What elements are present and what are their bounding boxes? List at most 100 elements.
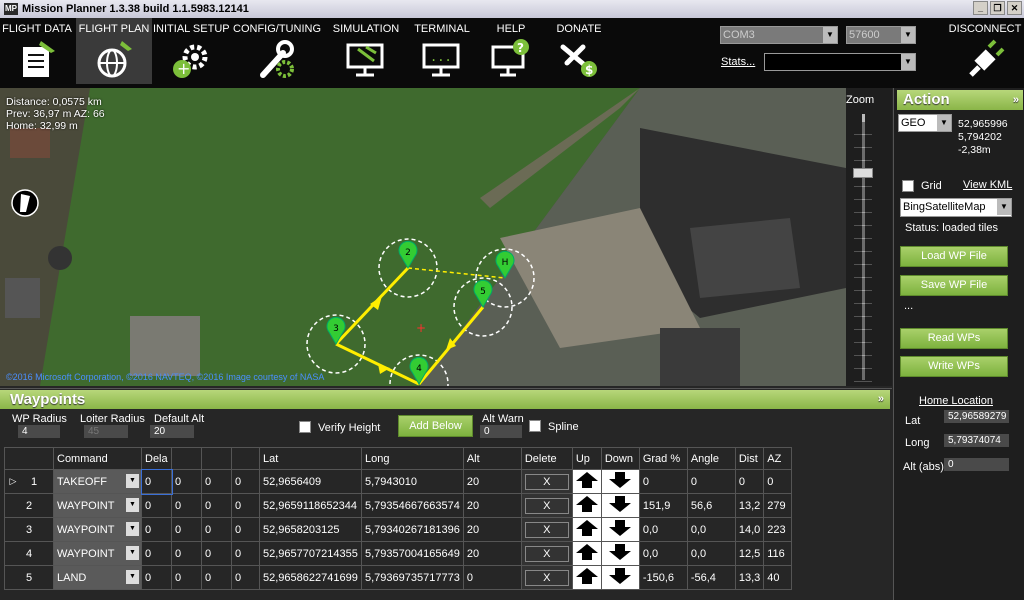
- cell-az[interactable]: 116: [763, 541, 793, 566]
- cell-alt[interactable]: 20: [462, 493, 522, 518]
- col-up[interactable]: Up: [571, 447, 602, 470]
- cell-p3[interactable]: 0: [201, 541, 232, 566]
- home-location-link[interactable]: Home Location: [919, 395, 993, 407]
- command-select[interactable]: WAYPOINT ▼: [53, 493, 142, 518]
- col-angle[interactable]: Angle: [686, 447, 736, 470]
- loiter-radius-input[interactable]: 45: [84, 425, 128, 438]
- waypoint-marker-2[interactable]: 2: [398, 240, 418, 269]
- menu-flight-plan[interactable]: FLIGHT PLAN: [76, 18, 152, 84]
- cell-alt[interactable]: 0: [462, 565, 522, 590]
- write-wps-button[interactable]: Write WPs: [900, 356, 1008, 377]
- cell-lat[interactable]: 52,9658203125: [259, 517, 362, 542]
- stats-select[interactable]: ▼: [764, 53, 916, 71]
- menu-terminal[interactable]: TERMINAL ...: [410, 18, 474, 84]
- verify-height-checkbox[interactable]: [299, 421, 311, 433]
- cell-p1[interactable]: 0: [141, 493, 172, 518]
- port-select[interactable]: COM3 ▼: [720, 26, 838, 44]
- delete-button[interactable]: X: [524, 497, 569, 514]
- cell-az[interactable]: 0: [763, 469, 793, 494]
- cell-p2[interactable]: 0: [171, 541, 202, 566]
- col-down[interactable]: Down: [600, 447, 640, 470]
- cell-alt[interactable]: 20: [462, 541, 522, 566]
- cell-angle[interactable]: 0: [686, 469, 736, 494]
- cell-p3[interactable]: 0: [201, 469, 232, 494]
- cell-az[interactable]: 40: [763, 565, 793, 590]
- cell-lat[interactable]: 52,9657707214355: [259, 541, 362, 566]
- cell-grad[interactable]: 0,0: [638, 541, 688, 566]
- col-param2[interactable]: [171, 447, 202, 470]
- col-dist[interactable]: Dist: [734, 447, 765, 470]
- cell-lat[interactable]: 52,9656409: [259, 469, 362, 494]
- col-grad[interactable]: Grad %: [638, 447, 688, 470]
- cell-angle[interactable]: 0,0: [686, 541, 736, 566]
- cell-p1[interactable]: 0: [141, 565, 172, 590]
- cell-p1[interactable]: 0: [141, 541, 172, 566]
- cell-p2[interactable]: 0: [171, 517, 202, 542]
- cell-alt[interactable]: 20: [462, 517, 522, 542]
- move-down-button[interactable]: [600, 469, 640, 494]
- load-wp-file-button[interactable]: Load WP File: [900, 246, 1008, 267]
- coordinate-format-select[interactable]: GEO ▼: [898, 114, 952, 132]
- menu-config-tuning[interactable]: CONFIG/TUNING: [233, 18, 321, 84]
- cell-p4[interactable]: 0: [231, 493, 260, 518]
- table-row[interactable]: ▷ 1 TAKEOFF ▼ 0 0 0 0 52,9656409 5,7943010 20 X 0 0 0 0: [4, 468, 793, 495]
- delete-cell[interactable]: X: [520, 493, 573, 518]
- wp-radius-input[interactable]: 4: [18, 425, 60, 438]
- cell-grad[interactable]: 0: [638, 469, 688, 494]
- menu-donate[interactable]: DONATE $: [548, 18, 610, 84]
- home-lat-input[interactable]: 52,96589279: [944, 410, 1009, 423]
- move-down-button[interactable]: [600, 517, 640, 542]
- map-view[interactable]: + 2 3 4 5 H Distance: 0,0575 km Prev: 36…: [0, 88, 846, 386]
- cell-dist[interactable]: 13,2: [734, 493, 765, 518]
- alt-warn-input[interactable]: 0: [480, 425, 522, 438]
- grid-checkbox[interactable]: [902, 180, 914, 192]
- cell-alt[interactable]: 20: [462, 469, 522, 494]
- cell-lng[interactable]: 5,7943010: [361, 469, 464, 494]
- move-up-button[interactable]: [571, 565, 602, 590]
- cell-dist[interactable]: 0: [734, 469, 765, 494]
- cell-angle[interactable]: -56,4: [686, 565, 736, 590]
- col-param3[interactable]: [201, 447, 232, 470]
- command-select[interactable]: WAYPOINT ▼: [53, 517, 142, 542]
- col-az[interactable]: AZ: [763, 447, 793, 470]
- cell-p3[interactable]: 0: [201, 517, 232, 542]
- collapse-icon[interactable]: »: [1013, 90, 1019, 110]
- move-up-button[interactable]: [571, 469, 602, 494]
- map-provider-select[interactable]: BingSatelliteMap ▼: [900, 198, 1012, 217]
- collapse-icon[interactable]: »: [878, 390, 884, 409]
- waypoint-marker-5[interactable]: 5: [473, 279, 493, 308]
- waypoint-marker-3[interactable]: 3: [326, 316, 346, 345]
- cell-p1[interactable]: 0: [141, 517, 172, 542]
- spline-checkbox[interactable]: [529, 420, 541, 432]
- cell-p4[interactable]: 0: [231, 565, 260, 590]
- col-param4[interactable]: [231, 447, 260, 470]
- cell-grad[interactable]: 0,0: [638, 517, 688, 542]
- cell-angle[interactable]: 56,6: [686, 493, 736, 518]
- cell-lat[interactable]: 52,9659118652344: [259, 493, 362, 518]
- cell-p3[interactable]: 0: [201, 565, 232, 590]
- add-below-button[interactable]: Add Below: [398, 415, 473, 437]
- default-alt-input[interactable]: 20: [150, 425, 194, 438]
- cell-grad[interactable]: -150,6: [638, 565, 688, 590]
- col-lat[interactable]: Lat: [259, 447, 362, 470]
- cell-p2[interactable]: 0: [171, 565, 202, 590]
- command-select[interactable]: TAKEOFF ▼: [53, 469, 142, 494]
- move-down-button[interactable]: [600, 565, 640, 590]
- view-kml-link[interactable]: View KML: [963, 179, 1012, 191]
- cell-az[interactable]: 279: [763, 493, 793, 518]
- cell-dist[interactable]: 12,5: [734, 541, 765, 566]
- cell-angle[interactable]: 0,0: [686, 517, 736, 542]
- move-up-button[interactable]: [571, 541, 602, 566]
- stats-link[interactable]: Stats...: [721, 56, 755, 68]
- delete-cell[interactable]: X: [520, 541, 573, 566]
- cell-p2[interactable]: 0: [171, 493, 202, 518]
- cell-p4[interactable]: 0: [231, 469, 260, 494]
- delete-cell[interactable]: X: [520, 517, 573, 542]
- cell-dist[interactable]: 13,3: [734, 565, 765, 590]
- move-down-button[interactable]: [600, 541, 640, 566]
- close-button[interactable]: ✕: [1007, 1, 1022, 15]
- cell-az[interactable]: 223: [763, 517, 793, 542]
- delete-button[interactable]: X: [524, 473, 569, 490]
- maximize-button[interactable]: ❐: [990, 1, 1005, 15]
- cell-p4[interactable]: 0: [231, 541, 260, 566]
